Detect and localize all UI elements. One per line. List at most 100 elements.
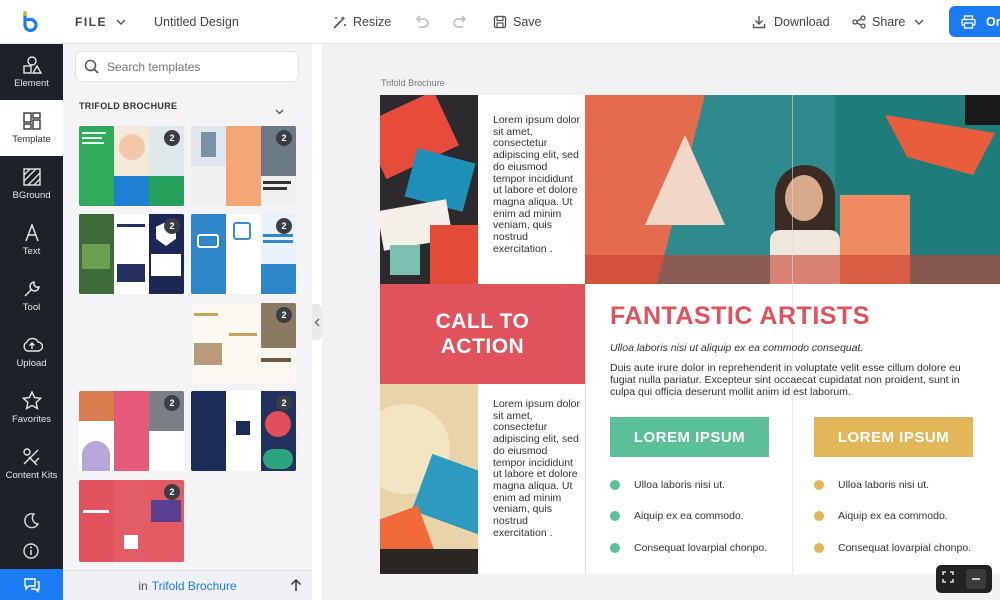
heading[interactable]: FANTASTIC ARTISTS [610,302,870,331]
list-item[interactable]: Consequat lovarpial chonpo. [610,542,767,554]
save-label: Save [513,15,542,29]
template-thumbnail[interactable]: 2 [79,214,184,294]
nav-label: Element [14,77,49,89]
redo-icon[interactable] [453,0,468,44]
page-count-badge: 2 [164,218,180,234]
fullscreen-icon[interactable] [942,570,954,588]
search-icon [84,59,99,74]
template-thumbnail[interactable]: 2 [79,480,184,562]
list-item[interactable]: Consequat lovarpial chonpo. [814,542,971,554]
footer-category-link[interactable]: Trifold Brochure [152,579,237,593]
template-panel: TRIFOLD BROCHURE 2 2 2 [63,44,312,600]
list-item[interactable]: Ulloa laboris nisi ut. [610,479,725,491]
text-icon [24,223,39,241]
upload-icon [23,337,43,352]
list-item[interactable]: Aiquip ex ea commodo. [814,510,948,522]
lorem-button-green[interactable]: LOREM IPSUM [610,417,769,457]
share-chevron-down-icon[interactable] [914,0,924,44]
lorem-text-bottom[interactable]: Lorem ipsum dolor sit amet, consectetur … [493,398,581,539]
nav-label: Template [12,133,51,145]
nav-item-favorites[interactable]: Favorites [0,380,63,436]
save-button[interactable]: Save [493,0,542,44]
template-thumbnail[interactable]: 2 [191,126,296,206]
bullet-dot [814,511,824,521]
bullet-dot [610,480,620,490]
wrench-icon [23,280,40,297]
list-item[interactable]: Aiquip ex ea commodo. [610,510,744,522]
bullet-dot [814,543,824,553]
subheading[interactable]: Ulloa laboris nisi ut aliquip ex ea comm… [610,342,863,354]
magic-wand-icon [332,15,347,30]
list-item-text: Ulloa laboris nisi ut. [838,479,930,491]
download-icon [752,15,766,29]
file-chevron-down-icon[interactable] [116,0,126,44]
panel-footer: in Trifold Brochure [63,570,312,600]
guide-line [792,95,793,574]
section-title: TRIFOLD BROCHURE [79,101,178,111]
collapse-panel-button[interactable] [312,304,322,340]
download-label: Download [774,15,830,29]
dark-mode-moon-icon[interactable] [22,512,40,530]
star-icon [21,391,42,410]
left-navigation: Element Template BGround Text Tool Uploa… [0,44,63,600]
nav-item-content-kits[interactable]: Content Kits [0,436,63,492]
zoom-out-icon[interactable] [966,569,986,589]
printer-icon [961,14,976,29]
search-input[interactable] [107,59,287,74]
share-button[interactable]: Share [852,0,905,44]
share-icon [852,15,866,29]
page-count-badge: 2 [164,484,180,500]
nav-label: Favorites [11,414,52,425]
share-label: Share [872,15,906,29]
page-label: Trifold Brochure [381,78,445,88]
cta-line-2: ACTION [440,335,525,358]
document-title[interactable]: Untitled Design [154,0,239,44]
nav-item-text[interactable]: Text [0,212,63,268]
lorem-text-top[interactable]: Lorem ipsum dolor sit amet, consectetur … [493,114,581,255]
file-menu[interactable]: FILE [75,0,107,44]
template-thumbnail[interactable]: 2 [191,303,296,383]
resize-button[interactable]: Resize [332,0,391,44]
list-item-text: Ulloa laboris nisi ut. [634,479,726,491]
top-bar: FILE Untitled Design Resize Save Downloa… [0,0,1000,44]
undo-icon[interactable] [414,0,429,44]
scroll-top-arrow-icon[interactable] [290,578,302,597]
list-item-text: Consequat lovarpial chonpo. [838,542,972,554]
info-icon[interactable] [22,542,40,560]
chat-button[interactable] [0,569,63,600]
page-count-badge: 2 [276,130,292,146]
order-button[interactable]: Or [949,6,1000,37]
template-icon [22,111,41,130]
nav-item-element[interactable]: Element [0,44,63,100]
template-thumbnail[interactable]: 2 [191,214,296,294]
nav-item-template[interactable]: Template [0,100,63,156]
template-thumbnail[interactable]: 2 [79,126,184,206]
footer-prefix: in [138,578,148,593]
download-button[interactable]: Download [752,0,830,44]
body-paragraph[interactable]: Duis aute irure dolor in reprehenderit i… [610,362,985,398]
graffiti-image-top[interactable] [380,95,478,284]
lorem-button-gold[interactable]: LOREM IPSUM [814,417,973,457]
nav-label: Tool [22,301,41,313]
guide-line [585,284,586,574]
section-chevron-down-icon[interactable] [275,102,284,120]
page-count-badge: 2 [164,395,180,411]
background-icon [22,167,41,186]
call-to-action-block[interactable]: CALL TO ACTION [380,284,585,384]
bullet-dot [610,543,620,553]
brochure-page[interactable]: Lorem ipsum dolor sit amet, consectetur … [380,95,1000,574]
nav-item-upload[interactable]: Upload [0,324,63,380]
template-thumbnail[interactable]: 2 [191,391,296,471]
page-count-badge: 2 [276,307,292,323]
resize-label: Resize [353,15,392,29]
search-box[interactable] [75,51,299,82]
template-thumbnail[interactable]: 2 [79,391,184,471]
nav-label: Upload [16,357,47,369]
nav-item-background[interactable]: BGround [0,156,63,212]
page-count-badge: 2 [276,395,292,411]
nav-item-tool[interactable]: Tool [0,268,63,324]
graffiti-image-bottom[interactable] [380,384,478,574]
list-item-text: Aiquip ex ea commodo. [838,510,948,522]
list-item[interactable]: Ulloa laboris nisi ut. [814,479,929,491]
app-logo[interactable] [20,0,40,44]
